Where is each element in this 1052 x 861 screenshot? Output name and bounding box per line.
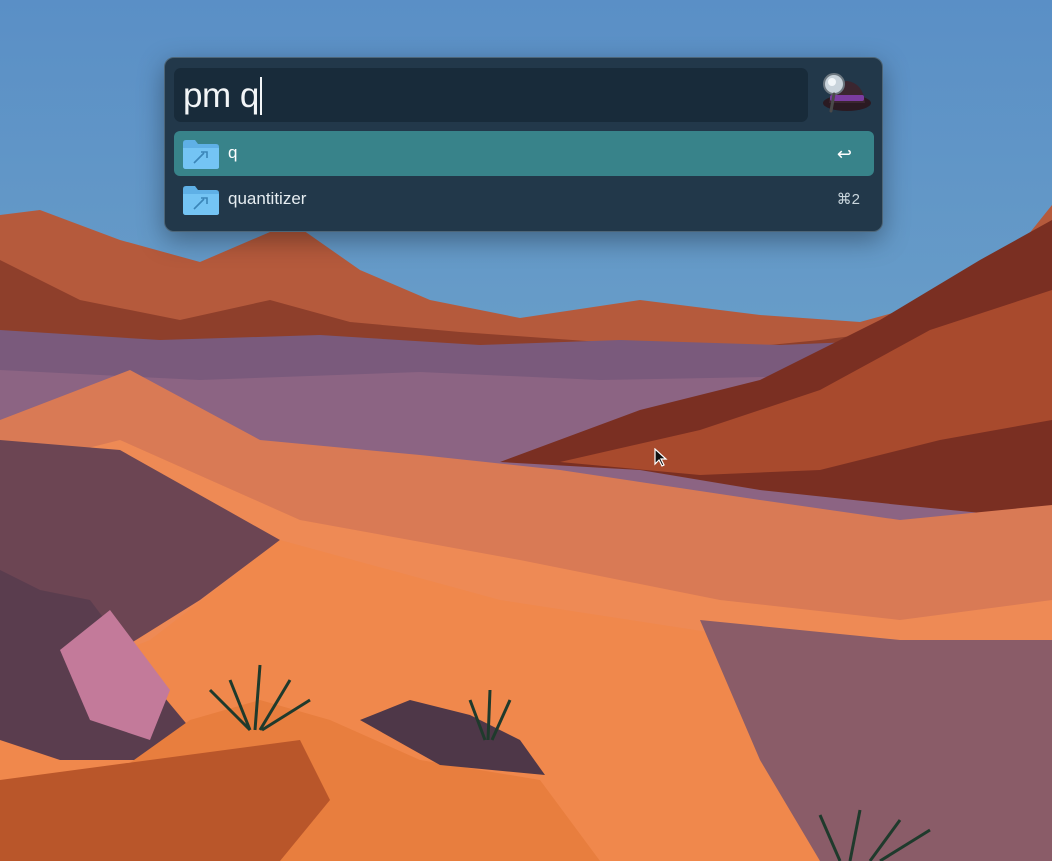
desktop: pm q q ↩ quantitizer ⌘2 xyxy=(0,0,1052,861)
result-item-quantitizer[interactable]: quantitizer ⌘2 xyxy=(174,177,874,222)
result-label: q xyxy=(228,143,238,162)
launcher-window: pm q q ↩ quantitizer ⌘2 xyxy=(164,57,883,232)
shortcut-label: ⌘2 xyxy=(836,191,860,208)
return-key-icon: ↩ xyxy=(836,144,852,164)
result-item-q[interactable]: q ↩ xyxy=(174,131,874,176)
result-label: quantitizer xyxy=(228,189,307,208)
search-input[interactable]: pm q xyxy=(174,68,808,122)
alfred-hat-icon[interactable] xyxy=(817,71,873,117)
search-query-text: pm q xyxy=(183,76,259,115)
mouse-pointer-icon xyxy=(654,448,668,467)
folder-icon xyxy=(183,140,219,169)
folder-icon xyxy=(183,186,219,215)
text-caret xyxy=(259,77,262,115)
